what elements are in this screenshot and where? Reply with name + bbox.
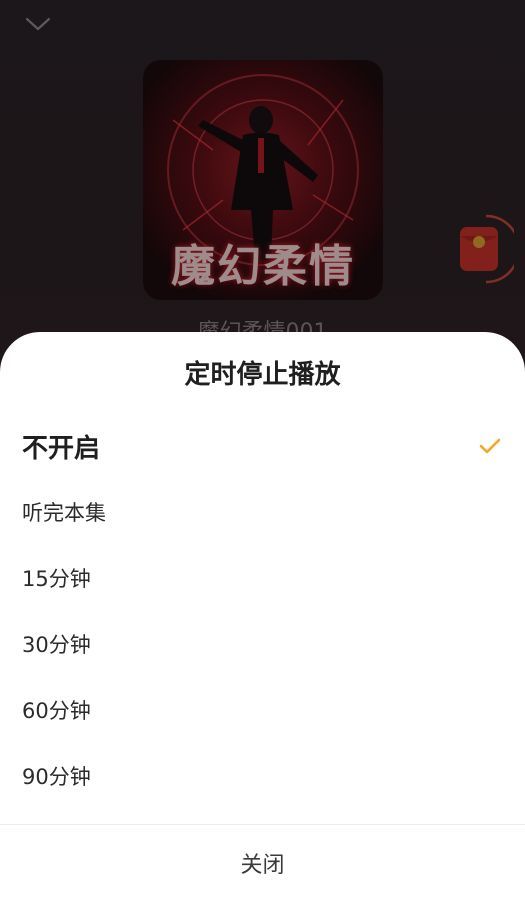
- timer-option-15min[interactable]: 15分钟: [0, 545, 525, 611]
- option-label: 30分钟: [22, 633, 91, 657]
- timer-option-90min[interactable]: 90分钟: [0, 743, 525, 809]
- option-label: 90分钟: [22, 765, 91, 789]
- timer-option-30min[interactable]: 30分钟: [0, 611, 525, 677]
- checkmark-icon: [479, 438, 501, 454]
- player-screen: 魔幻柔情 魔幻柔情001 定时停止播放 不开启 听完本集 15分钟: [0, 0, 525, 900]
- close-button[interactable]: 关闭: [0, 825, 525, 900]
- sheet-title: 定时停止播放: [184, 360, 341, 390]
- timer-option-off[interactable]: 不开启: [0, 413, 525, 479]
- sleep-timer-sheet: 定时停止播放 不开启 听完本集 15分钟 30分钟 60分钟 90分钟 关闭: [0, 332, 525, 900]
- option-label: 听完本集: [22, 501, 106, 525]
- option-label: 60分钟: [22, 699, 91, 723]
- timer-option-60min[interactable]: 60分钟: [0, 677, 525, 743]
- option-label: 不开启: [22, 433, 101, 464]
- timer-option-episode-end[interactable]: 听完本集: [0, 479, 525, 545]
- option-label: 15分钟: [22, 567, 91, 591]
